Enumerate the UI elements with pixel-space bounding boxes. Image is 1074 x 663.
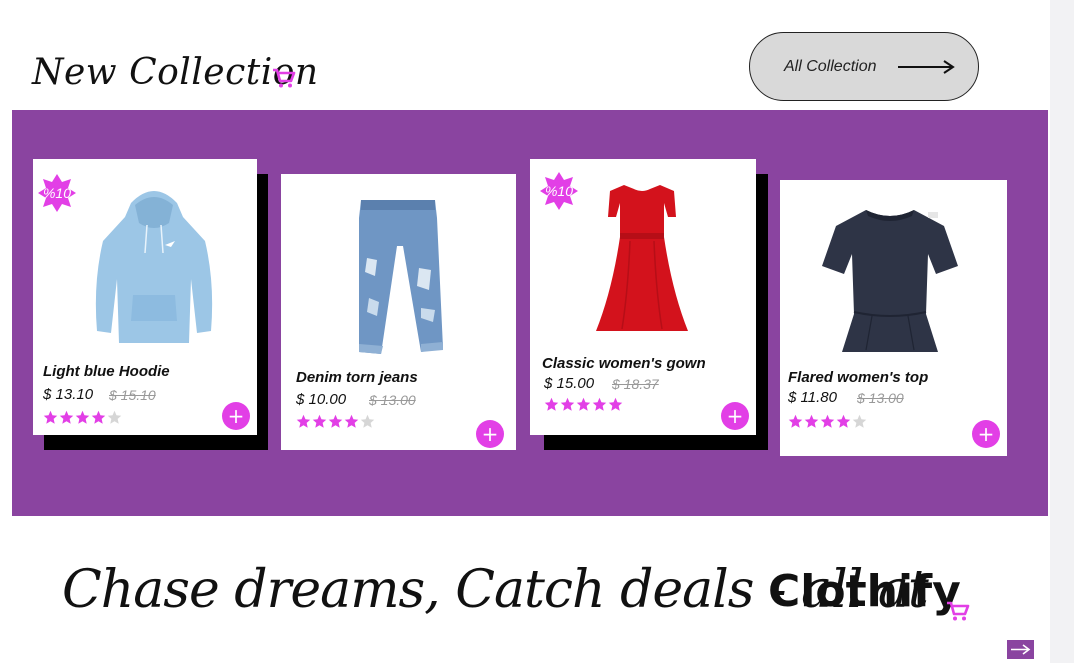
top-image [822, 210, 958, 352]
plus-icon: + [726, 404, 744, 428]
star-filled-icon [312, 414, 327, 428]
star-filled-icon [836, 414, 851, 428]
plus-icon: + [227, 404, 245, 428]
star-filled-icon [788, 414, 803, 428]
all-collection-label: All Collection [784, 57, 877, 75]
discount-label: %10 [544, 183, 574, 199]
star-filled-icon [560, 397, 575, 411]
star-filled-icon [328, 414, 343, 428]
product-card-jeans[interactable]: Denim torn jeans $ 10.00 $ 13.00 + [281, 174, 516, 450]
star-empty-icon [360, 414, 375, 428]
cart-icon [947, 601, 970, 621]
discount-badge: %10 [539, 171, 579, 211]
arrow-right-icon [898, 60, 955, 74]
add-to-cart-button[interactable]: + [721, 402, 749, 430]
star-filled-icon [91, 410, 106, 424]
product-old-price: $ 13.00 [369, 392, 416, 408]
product-name: Light blue Hoodie [43, 363, 170, 380]
product-name: Classic women's gown [542, 355, 706, 372]
product-price: $ 13.10 [43, 386, 94, 403]
product-old-price: $ 15.10 [109, 387, 156, 403]
page-edge [1050, 0, 1074, 663]
discount-badge: %10 [37, 173, 77, 213]
product-card-hoodie[interactable]: %10 Light blue Hoodie $ 13.10 $ 15.10 + [33, 159, 257, 435]
product-price: $ 10.00 [296, 391, 347, 408]
rating-stars [544, 397, 623, 412]
star-empty-icon [852, 414, 867, 428]
plus-icon: + [977, 422, 995, 446]
star-empty-icon [107, 410, 122, 424]
product-card-top[interactable]: Flared women's top $ 11.80 $ 13.00 + [780, 180, 1007, 456]
add-to-cart-button[interactable]: + [476, 420, 504, 448]
star-filled-icon [43, 410, 58, 424]
product-old-price: $ 18.37 [612, 376, 659, 392]
star-filled-icon [608, 397, 623, 411]
product-name: Flared women's top [788, 369, 929, 386]
jeans-image [359, 200, 443, 354]
add-to-cart-button[interactable]: + [972, 420, 1000, 448]
arrow-right-icon [1011, 644, 1031, 655]
star-filled-icon [544, 397, 559, 411]
brand-name: Clothify [768, 566, 961, 617]
star-filled-icon [804, 414, 819, 428]
all-collection-button[interactable]: All Collection [749, 32, 979, 101]
product-card-gown[interactable]: %10 Classic women's gown $ 15.00 $ 18.37… [530, 159, 756, 435]
star-filled-icon [592, 397, 607, 411]
add-to-cart-button[interactable]: + [222, 402, 250, 430]
rating-stars [296, 414, 375, 429]
gown-image [596, 185, 688, 331]
star-filled-icon [344, 414, 359, 428]
rating-stars [788, 414, 867, 429]
cart-icon [273, 68, 296, 88]
product-name: Denim torn jeans [296, 369, 418, 386]
star-filled-icon [296, 414, 311, 428]
discount-label: %10 [42, 185, 72, 201]
star-filled-icon [820, 414, 835, 428]
product-price: $ 11.80 [788, 389, 837, 406]
star-filled-icon [75, 410, 90, 424]
next-button[interactable] [1007, 640, 1034, 659]
rating-stars [43, 410, 122, 425]
hoodie-image [95, 191, 213, 343]
star-filled-icon [59, 410, 74, 424]
plus-icon: + [481, 422, 499, 446]
product-price: $ 15.00 [544, 375, 595, 392]
star-filled-icon [576, 397, 591, 411]
product-old-price: $ 13.00 [857, 390, 904, 406]
